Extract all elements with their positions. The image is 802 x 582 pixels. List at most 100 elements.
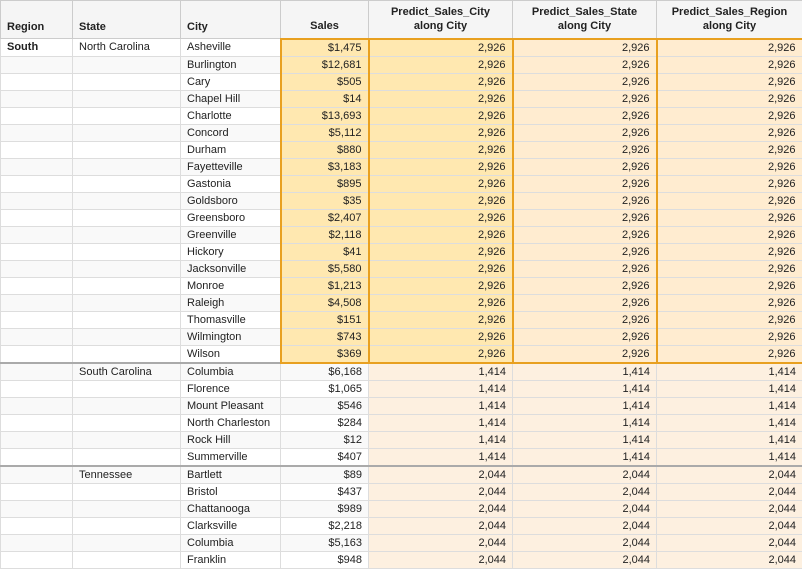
city-cell: Wilmington	[181, 328, 281, 345]
city-cell: Concord	[181, 124, 281, 141]
region-cell	[1, 73, 73, 90]
region-cell	[1, 107, 73, 124]
state-cell	[73, 414, 181, 431]
state-cell	[73, 345, 181, 363]
region-cell	[1, 448, 73, 466]
sales-cell: $407	[281, 448, 369, 466]
city-cell: Wilson	[181, 345, 281, 363]
table-row: Wilmington$7432,9262,9262,926	[1, 328, 802, 345]
pred3-cell: 2,926	[657, 294, 802, 311]
table-row: Raleigh$4,5082,9262,9262,926	[1, 294, 802, 311]
state-cell	[73, 500, 181, 517]
region-cell	[1, 483, 73, 500]
state-cell	[73, 141, 181, 158]
pred1-cell: 2,926	[369, 243, 513, 260]
pred3-cell: 2,044	[657, 534, 802, 551]
sales-cell: $546	[281, 397, 369, 414]
pred1-cell: 2,044	[369, 551, 513, 568]
city-cell: Gastonia	[181, 175, 281, 192]
region-cell	[1, 466, 73, 484]
pred2-cell: 2,044	[513, 483, 657, 500]
sales-cell: $369	[281, 345, 369, 363]
table-row: Hickory$412,9262,9262,926	[1, 243, 802, 260]
region-cell	[1, 260, 73, 277]
pred1-cell: 2,926	[369, 345, 513, 363]
pred2-cell: 2,926	[513, 345, 657, 363]
sales-cell: $5,112	[281, 124, 369, 141]
state-cell	[73, 431, 181, 448]
pred2-cell: 2,926	[513, 141, 657, 158]
region-cell	[1, 517, 73, 534]
table-row: Bristol$4372,0442,0442,044	[1, 483, 802, 500]
region-cell	[1, 431, 73, 448]
sales-cell: $89	[281, 466, 369, 484]
state-cell	[73, 294, 181, 311]
pred1-cell: 1,414	[369, 363, 513, 381]
state-cell	[73, 260, 181, 277]
col-header-sales: Sales	[281, 1, 369, 39]
state-cell	[73, 124, 181, 141]
table-row: Chattanooga$9892,0442,0442,044	[1, 500, 802, 517]
pred2-cell: 1,414	[513, 397, 657, 414]
table-row: Mount Pleasant$5461,4141,4141,414	[1, 397, 802, 414]
pred3-cell: 2,926	[657, 243, 802, 260]
city-cell: Rock Hill	[181, 431, 281, 448]
col-header-city: City	[181, 1, 281, 39]
col-header-pred3: Predict_Sales_Region along City	[657, 1, 802, 39]
table-row: Summerville$4071,4141,4141,414	[1, 448, 802, 466]
pred2-cell: 1,414	[513, 380, 657, 397]
region-cell	[1, 158, 73, 175]
table-row: Charlotte$13,6932,9262,9262,926	[1, 107, 802, 124]
pred1-cell: 1,414	[369, 431, 513, 448]
table-row: TennesseeBartlett$892,0442,0442,044	[1, 466, 802, 484]
state-cell	[73, 380, 181, 397]
pred3-cell: 2,926	[657, 192, 802, 209]
city-cell: Jacksonville	[181, 260, 281, 277]
pred3-cell: 2,044	[657, 466, 802, 484]
pred2-cell: 2,926	[513, 107, 657, 124]
pred3-cell: 2,926	[657, 158, 802, 175]
table-row: Durham$8802,9262,9262,926	[1, 141, 802, 158]
pred2-cell: 2,044	[513, 466, 657, 484]
table-row: Florence$1,0651,4141,4141,414	[1, 380, 802, 397]
sales-cell: $5,580	[281, 260, 369, 277]
pred2-cell: 2,926	[513, 209, 657, 226]
pred1-cell: 2,926	[369, 39, 513, 57]
region-cell	[1, 294, 73, 311]
region-cell	[1, 175, 73, 192]
pred2-cell: 2,926	[513, 260, 657, 277]
pred2-cell: 2,926	[513, 277, 657, 294]
pred1-cell: 1,414	[369, 414, 513, 431]
pred1-cell: 2,926	[369, 124, 513, 141]
city-cell: Cary	[181, 73, 281, 90]
city-cell: Franklin	[181, 551, 281, 568]
state-cell	[73, 175, 181, 192]
pred1-cell: 2,926	[369, 90, 513, 107]
header-row: Region State City Sales Predict_Sales_Ci…	[1, 1, 802, 39]
region-cell	[1, 534, 73, 551]
sales-cell: $12	[281, 431, 369, 448]
table-row: Concord$5,1122,9262,9262,926	[1, 124, 802, 141]
sales-cell: $2,118	[281, 226, 369, 243]
pred1-cell: 2,926	[369, 175, 513, 192]
pred2-cell: 2,926	[513, 294, 657, 311]
pred2-cell: 2,926	[513, 39, 657, 57]
region-cell	[1, 209, 73, 226]
city-cell: Chattanooga	[181, 500, 281, 517]
city-cell: Hickory	[181, 243, 281, 260]
pred1-cell: 2,926	[369, 328, 513, 345]
pred2-cell: 2,926	[513, 56, 657, 73]
city-cell: Durham	[181, 141, 281, 158]
col-header-region: Region	[1, 1, 73, 39]
city-cell: Columbia	[181, 534, 281, 551]
pred3-cell: 2,926	[657, 328, 802, 345]
state-cell	[73, 311, 181, 328]
region-cell	[1, 551, 73, 568]
sales-cell: $151	[281, 311, 369, 328]
pred1-cell: 2,044	[369, 517, 513, 534]
pred2-cell: 2,044	[513, 551, 657, 568]
pred3-cell: 2,926	[657, 39, 802, 57]
pred2-cell: 2,926	[513, 90, 657, 107]
state-cell	[73, 158, 181, 175]
region-cell	[1, 380, 73, 397]
